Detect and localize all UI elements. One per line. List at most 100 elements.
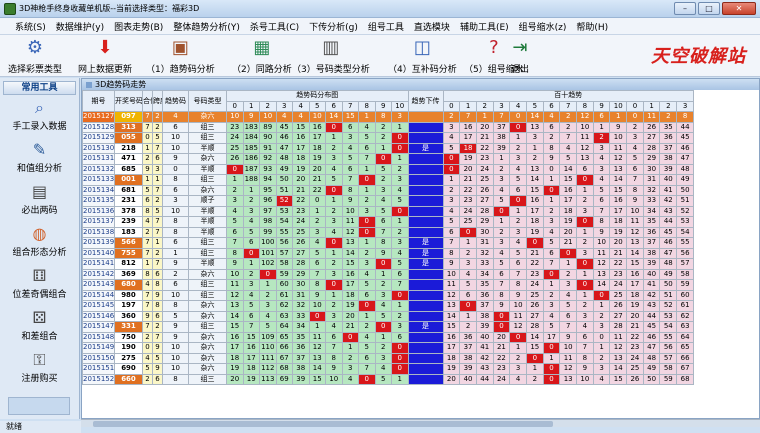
type-cell: 组三: [188, 373, 227, 385]
menu-item-8[interactable]: 辅助工具(E): [455, 20, 514, 33]
col-header-draw[interactable]: 开奖号码: [114, 90, 143, 112]
issue-cell: 2015134: [82, 184, 115, 196]
col-header-type[interactable]: 号码类型: [188, 90, 227, 112]
table-row[interactable]: 2015134 681 5 7 6 杂六 2 1 95 51 21 22 0 8 1 3 4 2 22 26 4 6 15 0…: [82, 184, 695, 196]
span-cell: 6: [152, 153, 163, 165]
sidebar-item-5[interactable]: ⚄ 和差组合: [0, 308, 79, 348]
table-row[interactable]: 2015149 190 0 9 10 杂六 17 16 110 66 36 12 7 1 5 2 0 17 37 41…: [82, 342, 695, 354]
trend-dist-cell: 90: [259, 132, 277, 144]
table-row[interactable]: 2015129 055 0 5 10 组三 24 184 90 46 16 17 1 3 5 2 0 4 17 21 3…: [82, 132, 695, 144]
trend-dist-cell: 3: [242, 205, 260, 217]
col-header-trendcode[interactable]: 趋势码: [162, 90, 189, 112]
table-row[interactable]: 2015143 680 4 8 6 组三 11 3 1 60 30 8 0 17 5 2 7 11 5 35 7 8 24 1…: [82, 279, 695, 291]
table-row[interactable]: 2015142 369 8 6 2 杂六 10 2 0 59 29 7 3 16 4 1 6 10 4 34 6 7 23 0…: [82, 268, 695, 280]
hundred-ten-cell: 58: [676, 268, 695, 280]
hundred-ten-cell: 13: [525, 163, 544, 175]
table-row[interactable]: 2015152 660 2 6 8 组三 20 19 113 69 39 15 10 4 0 5 1 20 40 44…: [82, 373, 695, 385]
trend-dist-cell: 7: [308, 268, 326, 280]
table-row[interactable]: 2015132 685 9 3 0 半顺 0 187 93 49 19 20 4 6 1 5 2 0 20 24 2 4 1…: [82, 163, 695, 175]
toolbar-button-5[interactable]: ◫ （4）互补码分析: [388, 36, 457, 76]
table-row[interactable]: 2015137 239 4 7 8 半顺 5 4 98 54 24 2 3 11 0 6 1 5 25 29 1 2 18 3…: [82, 216, 695, 228]
sidebar-item-1[interactable]: ✎ 和值组分析: [0, 140, 79, 180]
trend-dist-cell: 64: [275, 321, 293, 333]
hundred-ten-cell: 2: [592, 132, 611, 144]
menu-item-0[interactable]: 系统(S): [10, 20, 51, 33]
sidebar-item-label: 位差奇偶组合: [12, 290, 67, 300]
menu-item-5[interactable]: 下传分析(g): [304, 20, 363, 33]
col-header-span[interactable]: 跨度: [152, 90, 163, 112]
hundred-ten-cell: 21: [475, 132, 494, 144]
hundred-ten-cell: 16: [609, 195, 628, 207]
hundred-ten-cell: 64: [676, 331, 695, 343]
sidebar-item-0[interactable]: ⌕ 手工录入数据: [0, 98, 79, 138]
table-row[interactable]: 2015127 097 7 2 4 杂六 10 9 10 4 4 10 14 15 1 8 3 2 7 1 7 0 14 4 2…: [82, 111, 695, 123]
trend-dist-cell: 23: [292, 205, 310, 217]
hundred-ten-cell: 0: [509, 121, 527, 133]
col-header-issue[interactable]: 期号: [82, 90, 115, 112]
issue-cell: 2015151: [82, 363, 115, 375]
toolbar-button-1[interactable]: ⬇ 网上数据更新: [78, 36, 132, 76]
table-row[interactable]: 2015138 183 2 7 8 半顺 6 5 99 55 25 3 4 12 0 7 2 6 0 30 2 3 19 4 2…: [82, 226, 695, 238]
close-button[interactable]: ✕: [722, 2, 756, 15]
sidebar-item-3[interactable]: ◍ 组合形态分析: [0, 224, 79, 264]
sidebar-item-6[interactable]: ⚿ 注册购买: [0, 350, 79, 390]
hundred-ten-cell: 16: [559, 184, 578, 196]
menu-item-10[interactable]: 帮助(H): [571, 20, 613, 33]
hundred-ten-cell: 5: [559, 300, 578, 312]
trend-dist-cell: 92: [259, 153, 277, 165]
col-header-zs: 3: [275, 100, 293, 112]
table-row[interactable]: 2015130 218 1 7 10 半顺 25 185 91 47 17 18 2 4 6 1 0 是 5 18 22…: [82, 142, 695, 154]
table-row[interactable]: 2015146 360 9 6 5 杂六 14 6 4 63 33 0 3 20 1 5 2 14 1 38 0 11 27…: [82, 310, 695, 322]
trend-dist-cell: 183: [242, 121, 260, 133]
hundred-ten-cell: 26: [609, 300, 628, 312]
sidebar-scroll-area[interactable]: [8, 397, 70, 415]
hundred-ten-cell: 49: [659, 268, 678, 280]
sidebar-item-2[interactable]: ▤ 必出两码: [0, 182, 79, 222]
horizontal-scrollbar[interactable]: [81, 419, 760, 427]
sidebar-item-4[interactable]: ⚅ 位差奇偶组合: [0, 266, 79, 306]
col-header-sum[interactable]: 合值: [142, 90, 153, 112]
trend-dist-cell: 1: [391, 300, 409, 312]
menu-item-3[interactable]: 整体趋势分析(Y): [168, 20, 245, 33]
menu-item-9[interactable]: 组号缩水(z): [514, 20, 572, 33]
col-header-trend-pass[interactable]: 趋势下传: [407, 90, 444, 112]
trend-dist-cell: 1: [242, 184, 260, 196]
trend-dist-cell: 91: [259, 142, 277, 154]
table-row[interactable]: 2015140 755 7 2 1 组三 8 0 101 57 27 5 1 14 2 9 4 是 8 2 32 4 5 21…: [82, 247, 695, 259]
menu-item-1[interactable]: 数据维护(y): [51, 20, 109, 33]
trendcode-cell: 9: [162, 153, 189, 165]
menu-item-2[interactable]: 图表走势(B): [109, 20, 168, 33]
table-row[interactable]: 2015131 471 2 6 9 杂六 26 186 92 48 18 19 3 5 7 0 1 0 19 23 1 3…: [82, 153, 695, 165]
trend-dist-cell: 1: [374, 331, 392, 343]
trend-dist-cell: 3: [374, 289, 392, 301]
minimize-button[interactable]: –: [674, 2, 696, 15]
trend-dist-cell: 2: [325, 300, 343, 312]
hundred-ten-cell: 33: [475, 258, 494, 270]
table-row[interactable]: 2015148 750 2 7 9 杂六 16 15 109 65 35 11 6 0 4 1 6 16 36 40 2…: [82, 331, 695, 343]
table-row[interactable]: 2015128 313 7 2 6 组三 23 183 89 45 15 16 0 6 4 2 1 3 16 20 37…: [82, 121, 695, 133]
trend-dist-cell: 19: [308, 153, 326, 165]
menu-item-7[interactable]: 直选模块: [409, 20, 455, 33]
toolbar-button-3[interactable]: ▦ （2）同路分析: [232, 36, 292, 76]
toolbar-button-2[interactable]: ▣ （1）趋势码分析: [146, 36, 215, 76]
toolbar-button-0[interactable]: ⚙ 选择彩票类型: [8, 36, 62, 76]
table-row[interactable]: 2015150 275 4 5 10 杂六 18 17 111 67 37 13 8 2 6 3 0 18 38 42…: [82, 352, 695, 364]
table-row[interactable]: 2015136 378 8 5 10 半顺 4 3 97 53 23 1 2 10 3 5 0 4 24 28 0 1 17…: [82, 205, 695, 217]
maximize-button[interactable]: □: [698, 2, 720, 15]
table-row[interactable]: 2015139 566 7 1 6 组三 7 6 100 56 26 4 0 13 1 8 3 是 7 1 31 3 4 0 5…: [82, 237, 695, 249]
hundred-ten-cell: 13: [525, 121, 544, 133]
toolbar-button-7[interactable]: ⇥ 退出: [508, 36, 532, 76]
table-row[interactable]: 2015133 001 1 1 8 组三 1 188 94 50 20 21 5 7 0 2 3 1 21 25 3 5 1…: [82, 174, 695, 186]
table-row[interactable]: 2015145 197 7 8 8 杂六 13 5 3 62 32 10 2 19 0 4 1 13 0 37 9 10 2…: [82, 300, 695, 312]
hundred-ten-cell: 22: [609, 258, 628, 270]
table-row[interactable]: 2015144 980 7 9 10 组三 12 4 2 61 31 9 1 18 6 3 0 12 6 36 8 9 25…: [82, 289, 695, 301]
table-row[interactable]: 2015151 690 5 9 10 杂六 19 18 112 68 38 14 9 3 7 4 0 19 39 43…: [82, 363, 695, 375]
exit-door-icon: ⇥: [512, 37, 528, 58]
table-row[interactable]: 2015141 812 1 7 9 半顺 9 1 102 58 28 6 2 15 3 0 5 是 9 3 33 5 6 22…: [82, 258, 695, 270]
menu-item-6[interactable]: 组号工具: [363, 20, 409, 33]
menu-item-4[interactable]: 杀号工具(C): [245, 20, 304, 33]
table-row[interactable]: 2015147 331 7 2 9 组三 15 7 5 64 34 1 4 21 2 0 3 是 15 2 39 0 12 2…: [82, 321, 695, 333]
scrollbar-thumb[interactable]: [93, 421, 553, 427]
table-row[interactable]: 2015135 231 6 2 3 顺子 3 2 96 52 22 0 1 9 2 4 5 3 23 27 5 0 16 1 1…: [82, 195, 695, 207]
toolbar-button-4[interactable]: ▥ （3）号码类型分析: [292, 36, 370, 76]
